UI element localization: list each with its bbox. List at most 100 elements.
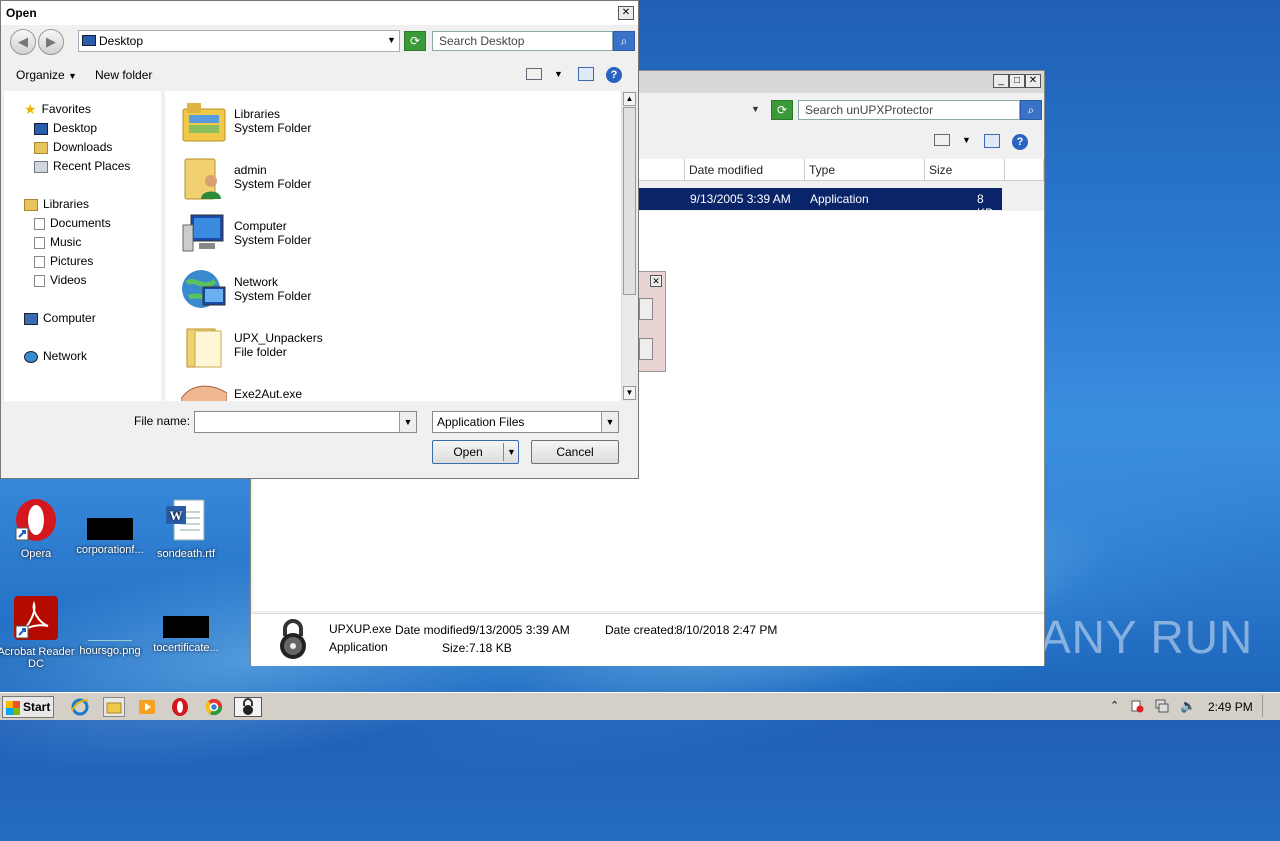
close-button[interactable]: ✕: [618, 6, 634, 20]
nav-pictures[interactable]: Pictures: [34, 252, 93, 271]
acrobat-icon: [14, 596, 58, 642]
nav-favorites[interactable]: ★ Favorites: [24, 100, 91, 119]
table-row[interactable]: 9/13/2005 3:39 AM Application 8 KB: [637, 188, 1002, 220]
chevron-down-icon[interactable]: ▼: [399, 412, 416, 432]
chevron-down-icon[interactable]: ▼: [962, 135, 971, 145]
refresh-icon[interactable]: ⟳: [771, 100, 793, 120]
media-player-icon[interactable]: [137, 697, 157, 717]
exe-icon: [180, 379, 228, 401]
dialog-titlebar: [1, 1, 638, 25]
vertical-scrollbar[interactable]: ▲ ▼: [621, 91, 638, 401]
help-icon[interactable]: ?: [606, 67, 622, 83]
forward-button[interactable]: ▶: [38, 29, 64, 55]
watermark: ANY RUN: [1040, 611, 1254, 663]
desktop-icon-opera[interactable]: Opera: [0, 498, 76, 560]
explorer-taskbar-icon[interactable]: [103, 697, 125, 717]
column-header-date-modified[interactable]: Date modified: [685, 159, 805, 181]
address-bar[interactable]: Desktop ▼: [78, 30, 400, 52]
videos-icon: [34, 274, 45, 287]
windows-logo-icon: [6, 700, 20, 715]
show-hidden-icons[interactable]: ⌃: [1110, 699, 1119, 712]
chrome-icon[interactable]: [204, 697, 224, 717]
music-icon: [34, 236, 45, 249]
libraries-icon: [24, 198, 38, 211]
scroll-thumb[interactable]: [623, 107, 636, 295]
details-pane: UPXUP.exe Application Date modified: 9/1…: [251, 613, 1044, 666]
upxup-taskbar-icon[interactable]: [234, 697, 262, 717]
network-status-icon[interactable]: [1155, 699, 1169, 713]
recent-places-icon: [34, 160, 48, 173]
row-type: Application: [810, 192, 869, 206]
cancel-button[interactable]: Cancel: [531, 440, 619, 464]
document-icon: [34, 217, 45, 230]
address-text: Desktop: [99, 34, 144, 48]
scroll-down-arrow[interactable]: ▼: [623, 386, 636, 400]
desktop-icon-sondeath[interactable]: W sondeath.rtf: [146, 498, 226, 560]
nav-videos[interactable]: Videos: [34, 271, 86, 290]
pictures-icon: [34, 255, 45, 268]
internet-explorer-icon[interactable]: [70, 697, 90, 717]
clock[interactable]: 2:49 PM: [1208, 700, 1253, 714]
view-options-icon[interactable]: [934, 134, 950, 146]
nav-computer[interactable]: Computer: [24, 309, 96, 328]
details-date-created: 8/10/2018 2:47 PM: [676, 623, 778, 637]
file-type-select[interactable]: Application Files ▼: [432, 411, 619, 433]
column-header-size[interactable]: Size: [925, 159, 1005, 181]
nav-libraries[interactable]: Libraries: [24, 195, 89, 214]
show-desktop-button[interactable]: [1262, 695, 1279, 717]
view-options-icon[interactable]: [526, 68, 542, 80]
chevron-down-icon[interactable]: ▼: [554, 69, 563, 79]
back-button[interactable]: ◀: [10, 29, 36, 55]
nav-downloads[interactable]: Downloads: [34, 138, 112, 157]
file-name-label: File name:: [134, 414, 191, 428]
organize-menu[interactable]: Organize ▼: [16, 68, 77, 82]
column-header-type[interactable]: Type: [805, 159, 925, 181]
row-date-modified: 9/13/2005 3:39 AM: [690, 192, 791, 206]
opera-icon[interactable]: [170, 697, 190, 717]
preview-pane-icon[interactable]: [984, 134, 1000, 148]
chevron-down-icon[interactable]: ▼: [751, 104, 760, 114]
nav-documents[interactable]: Documents: [34, 214, 111, 233]
nav-network[interactable]: Network: [24, 347, 87, 366]
redacted-file-icon: [163, 616, 209, 638]
action-center-icon[interactable]: [1130, 699, 1144, 713]
navigation-pane: ★ Favorites Desktop Downloads Recent Plac…: [4, 91, 161, 401]
nav-desktop[interactable]: Desktop: [34, 119, 97, 138]
refresh-icon[interactable]: ⟳: [404, 31, 426, 51]
dialog-button[interactable]: [639, 298, 653, 320]
chevron-down-icon[interactable]: ▼: [601, 412, 618, 432]
minimize-button[interactable]: _: [993, 74, 1009, 88]
padlock-icon: [277, 618, 309, 660]
close-button[interactable]: ✕: [1025, 74, 1041, 88]
search-icon[interactable]: ⌕: [1020, 100, 1042, 120]
desktop-icon-acrobat[interactable]: Acrobat Reader DC: [0, 596, 76, 670]
search-input[interactable]: Search Desktop: [432, 31, 613, 51]
maximize-button[interactable]: □: [1009, 74, 1025, 88]
preview-pane-icon[interactable]: [578, 67, 594, 81]
nav-music[interactable]: Music: [34, 233, 81, 252]
open-button[interactable]: Open ▼: [432, 440, 519, 464]
desktop-icon-tocertificate[interactable]: tocertificate...: [146, 596, 226, 654]
network-icon: [24, 350, 38, 363]
background-dialog: ✕: [636, 271, 666, 372]
file-name-input[interactable]: ▼: [194, 411, 417, 433]
dialog-title: Open: [6, 6, 37, 20]
dialog-button[interactable]: [639, 338, 653, 360]
scroll-up-arrow[interactable]: ▲: [623, 92, 636, 106]
chevron-down-icon[interactable]: ▼: [503, 443, 519, 461]
search-icon[interactable]: ⌕: [613, 31, 635, 51]
volume-icon[interactable]: 🔈: [1180, 698, 1196, 714]
help-icon[interactable]: ?: [1012, 134, 1028, 150]
column-header-name[interactable]: [637, 159, 685, 181]
word-document-icon: W: [164, 498, 208, 544]
desktop-icon: [82, 35, 96, 46]
desktop-icon-corporation[interactable]: corporationf...: [70, 498, 150, 556]
taskbar: Start ⌃ 🔈 2:49 PM: [0, 692, 1280, 720]
desktop-icon-hoursgo[interactable]: hoursgo.png: [70, 596, 150, 657]
start-button[interactable]: Start: [2, 696, 54, 718]
new-folder-button[interactable]: New folder: [95, 68, 152, 82]
explorer-search-input[interactable]: Search unUPXProtector: [798, 100, 1020, 120]
chevron-down-icon[interactable]: ▼: [387, 35, 396, 45]
nav-recent-places[interactable]: Recent Places: [34, 157, 130, 176]
close-button[interactable]: ✕: [650, 275, 662, 287]
